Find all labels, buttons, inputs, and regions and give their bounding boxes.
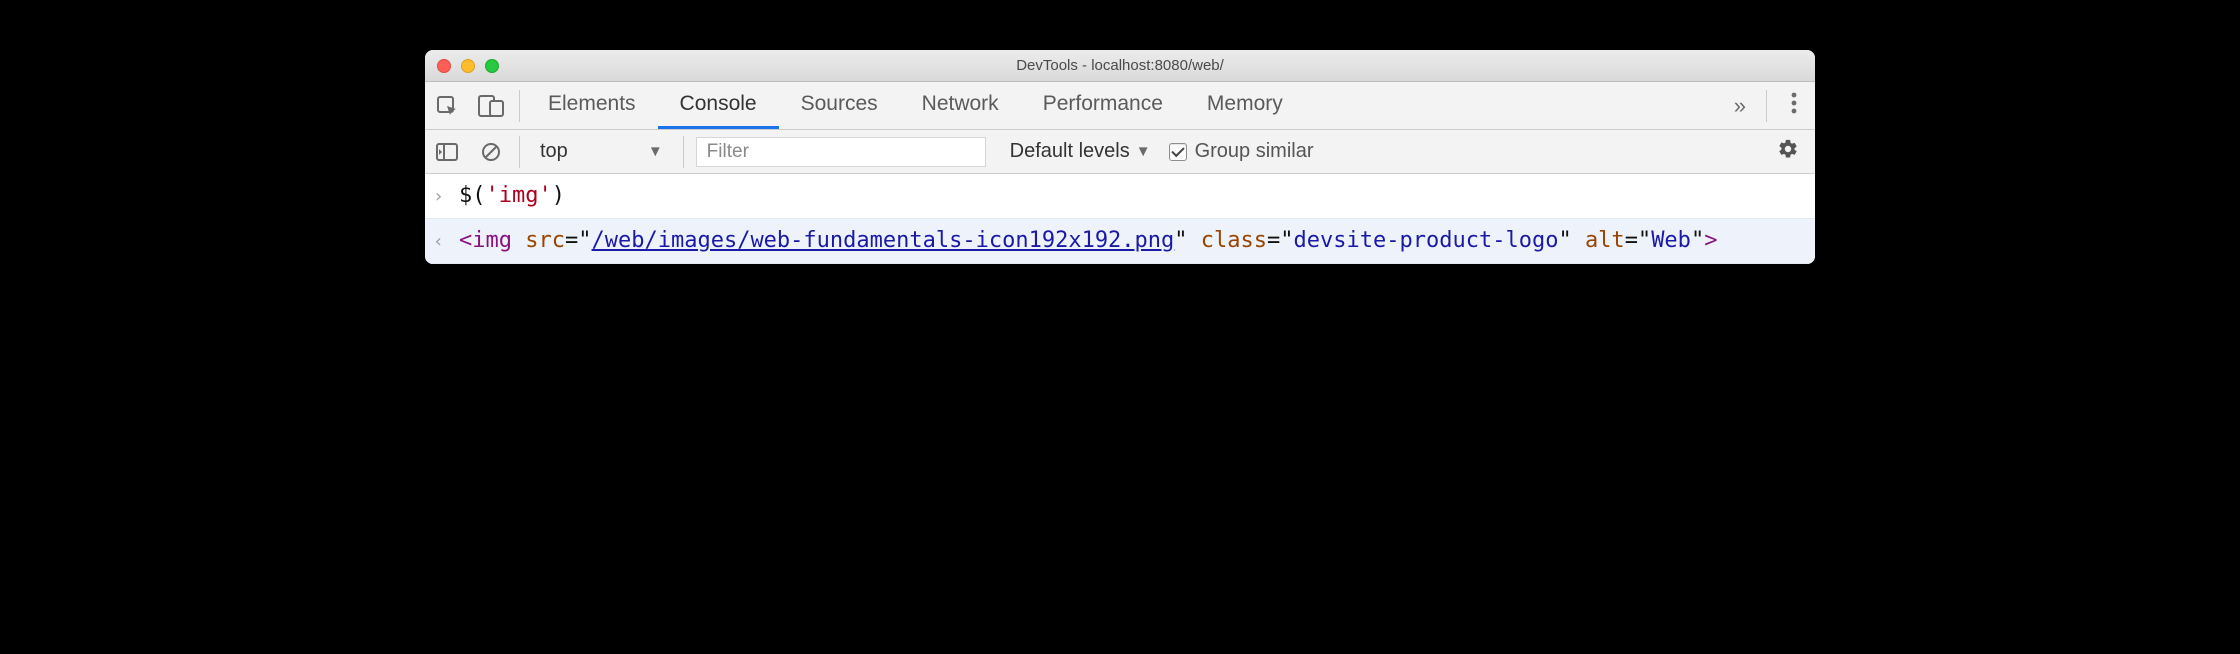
traffic-lights: [437, 59, 499, 73]
prompt-chevron-icon: ›: [433, 180, 459, 212]
console-input-code: $('img'): [459, 180, 1805, 212]
panel-tabs: Elements Console Sources Network Perform…: [526, 82, 1305, 129]
divider: [1766, 90, 1767, 122]
clear-console-icon[interactable]: [469, 130, 513, 173]
window-title: DevTools - localhost:8080/web/: [425, 57, 1815, 74]
inspect-element-icon[interactable]: [425, 82, 469, 129]
divider: [519, 136, 520, 168]
titlebar: DevTools - localhost:8080/web/: [425, 50, 1815, 82]
device-toolbar-icon[interactable]: [469, 82, 513, 129]
console-input-row[interactable]: › $('img'): [425, 174, 1815, 218]
tab-console[interactable]: Console: [658, 82, 779, 129]
group-similar-checkbox[interactable]: [1169, 143, 1187, 161]
console-result-code: <img src="/web/images/web-fundamentals-i…: [459, 225, 1805, 257]
divider: [683, 136, 684, 168]
toggle-sidebar-icon[interactable]: [425, 130, 469, 173]
close-window-button[interactable]: [437, 59, 451, 73]
filter-input[interactable]: [696, 137, 986, 167]
chevron-down-icon: ▼: [648, 143, 663, 160]
src-url-link[interactable]: /web/images/web-fundamentals-icon192x192…: [592, 228, 1175, 253]
execution-context-select[interactable]: top ▼: [526, 130, 677, 173]
console-output: › $('img') ‹ <img src="/web/images/web-f…: [425, 174, 1815, 264]
devtools-window: DevTools - localhost:8080/web/ Elements …: [425, 50, 1815, 264]
console-result-row[interactable]: ‹ <img src="/web/images/web-fundamentals…: [425, 218, 1815, 264]
minimize-window-button[interactable]: [461, 59, 475, 73]
tabs-row: Elements Console Sources Network Perform…: [425, 82, 1815, 130]
overflow-tabs-icon[interactable]: »: [1720, 93, 1760, 119]
tab-memory[interactable]: Memory: [1185, 82, 1305, 129]
log-levels-select[interactable]: Default levels ▼: [1010, 140, 1151, 163]
tab-network[interactable]: Network: [900, 82, 1021, 129]
result-chevron-icon: ‹: [433, 225, 459, 257]
console-settings-icon[interactable]: [1761, 138, 1815, 166]
log-levels-label: Default levels: [1010, 140, 1130, 163]
zoom-window-button[interactable]: [485, 59, 499, 73]
more-menu-icon[interactable]: [1773, 92, 1815, 119]
tab-performance[interactable]: Performance: [1021, 82, 1185, 129]
console-toolbar: top ▼ Default levels ▼ Group similar: [425, 130, 1815, 174]
tab-elements[interactable]: Elements: [526, 82, 658, 129]
chevron-down-icon: ▼: [1136, 143, 1151, 160]
execution-context-label: top: [540, 140, 568, 163]
divider: [519, 90, 520, 122]
group-similar-label: Group similar: [1195, 140, 1314, 163]
tab-sources[interactable]: Sources: [779, 82, 900, 129]
